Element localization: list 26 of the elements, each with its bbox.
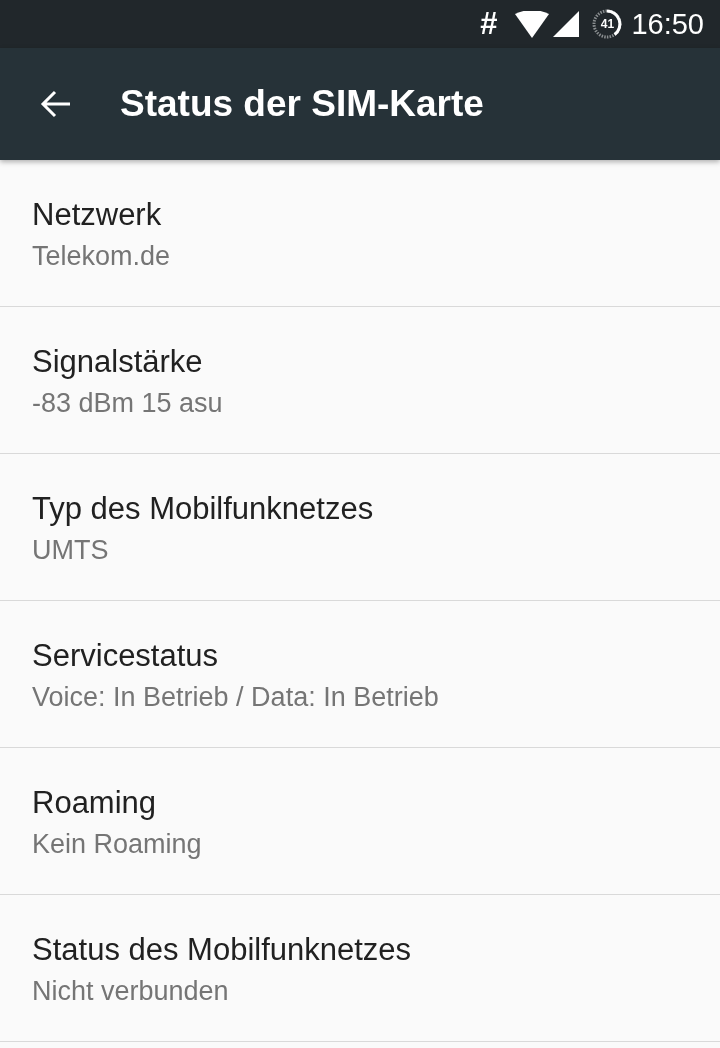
row-value: Kein Roaming	[32, 828, 203, 861]
row-title: Status des Mobilfunknetzes	[32, 931, 413, 969]
settings-row[interactable]: Servicestatus Voice: In Betrieb / Data: In Betrieb	[0, 601, 720, 748]
settings-row[interactable]: Roaming Kein Roaming	[0, 748, 720, 895]
row-value: -83 dBm 15 asu	[32, 387, 224, 420]
clock-time: 16:50	[631, 7, 704, 41]
settings-row[interactable]: Signalstärke -83 dBm 15 asu	[0, 307, 720, 454]
row-title: Servicestatus	[32, 637, 220, 675]
screen-title: Status der SIM-Karte	[120, 82, 484, 126]
notification-glyph: #	[480, 7, 498, 41]
row-title: Signalstärke	[32, 343, 204, 381]
row-title: Netzwerk	[32, 196, 163, 234]
back-arrow-icon	[40, 88, 72, 120]
settings-row[interactable]: Netzwerk Telekom.de	[0, 160, 720, 307]
row-title: Typ des Mobilfunknetzes	[32, 490, 375, 528]
settings-row[interactable]: Status des Mobilfunknetzes Nicht verbunden	[0, 895, 720, 1042]
battery-ring-icon	[591, 8, 624, 40]
battery-percent: 41	[600, 17, 615, 31]
signal-icon	[553, 11, 580, 37]
row-title: Roaming	[32, 784, 158, 822]
settings-row[interactable]: Typ des Mobilfunknetzes UMTS	[0, 454, 720, 601]
row-value: Telekom.de	[32, 240, 172, 273]
row-value: UMTS	[32, 534, 110, 567]
row-value: Nicht verbunden	[32, 975, 230, 1008]
wifi-icon	[515, 10, 550, 38]
row-value: Voice: In Betrieb / Data: In Betrieb	[32, 681, 440, 714]
